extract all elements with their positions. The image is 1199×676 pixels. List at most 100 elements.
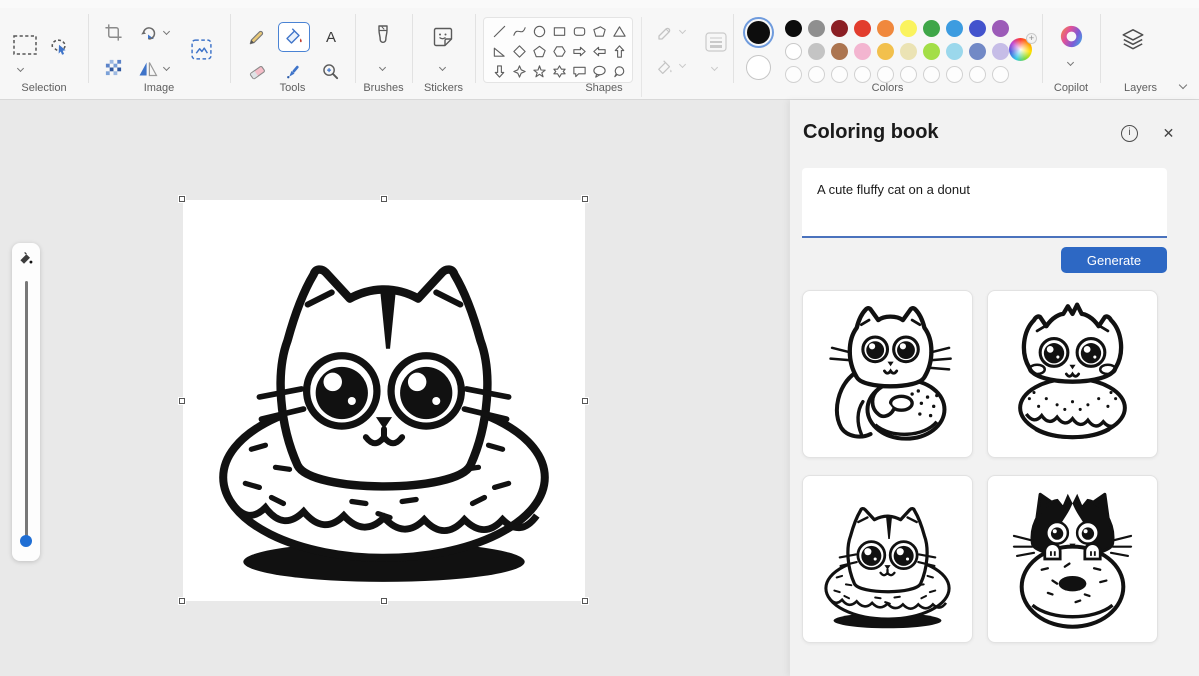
resize-image-icon[interactable] (190, 38, 213, 61)
palette-swatch-r2-c5[interactable] (877, 43, 894, 60)
palette-swatch-r2-c3[interactable] (831, 43, 848, 60)
palette-swatch-r1-c8[interactable] (946, 20, 963, 37)
pentagon-shape-icon[interactable] (532, 44, 547, 59)
rectangle-select-icon[interactable] (12, 34, 38, 56)
layers-icon[interactable] (1120, 26, 1146, 52)
info-icon[interactable]: i (1121, 125, 1138, 142)
result-thumbnail-3[interactable] (802, 475, 973, 643)
diamond-shape-icon[interactable] (512, 44, 527, 59)
palette-swatch-empty-10[interactable] (992, 66, 1009, 83)
arrow-right-shape-icon[interactable] (572, 44, 587, 59)
star-six-shape-icon[interactable] (552, 64, 567, 79)
selection-handle-se[interactable] (581, 597, 589, 605)
result-thumbnail-2[interactable] (987, 290, 1158, 458)
text-tool[interactable]: A (315, 22, 347, 52)
palette-swatch-r1-c7[interactable] (923, 20, 940, 37)
palette-swatch-r2-c10[interactable] (992, 43, 1009, 60)
selection-dropdown-chevron-icon[interactable] (16, 64, 25, 73)
palette-swatch-empty-2[interactable] (808, 66, 825, 83)
palette-swatch-r2-c6[interactable] (900, 43, 917, 60)
selection-handle-s[interactable] (380, 597, 388, 605)
palette-swatch-empty-3[interactable] (831, 66, 848, 83)
crop-icon[interactable] (104, 23, 123, 42)
selection-handle-e[interactable] (581, 397, 589, 405)
rotate-icon[interactable] (138, 23, 158, 43)
hexagon-shape-icon[interactable] (552, 44, 567, 59)
curve-shape-icon[interactable] (512, 24, 527, 39)
palette-swatch-r1-c4[interactable] (854, 20, 871, 37)
palette-swatch-empty-9[interactable] (969, 66, 986, 83)
shapes-gallery[interactable] (483, 17, 633, 83)
rectangle-shape-icon[interactable] (552, 24, 567, 39)
palette-swatch-r1-c5[interactable] (877, 20, 894, 37)
right-triangle-shape-icon[interactable] (492, 44, 507, 59)
stroke-width-icon[interactable] (704, 31, 728, 53)
polygon-shape-icon[interactable] (592, 24, 607, 39)
speech-cloud-shape-icon[interactable] (612, 64, 627, 79)
palette-swatch-empty-7[interactable] (923, 66, 940, 83)
palette-swatch-r1-c1[interactable] (785, 20, 802, 37)
flip-chevron-icon[interactable] (162, 63, 171, 72)
free-form-select-icon[interactable] (48, 36, 70, 58)
arrow-left-shape-icon[interactable] (592, 44, 607, 59)
palette-swatch-empty-1[interactable] (785, 66, 802, 83)
rotate-chevron-icon[interactable] (162, 27, 171, 36)
speech-oval-shape-icon[interactable] (592, 64, 607, 79)
palette-swatch-empty-8[interactable] (946, 66, 963, 83)
palette-swatch-r2-c1[interactable] (785, 43, 802, 60)
selection-handle-nw[interactable] (178, 195, 186, 203)
palette-swatch-empty-5[interactable] (877, 66, 894, 83)
palette-swatch-r1-c6[interactable] (900, 20, 917, 37)
selection-handle-n[interactable] (380, 195, 388, 203)
palette-swatch-r1-c9[interactable] (969, 20, 986, 37)
stickers-chevron-icon[interactable] (438, 63, 447, 72)
sticker-icon[interactable] (432, 26, 454, 48)
shape-fill-icon[interactable] (656, 59, 674, 77)
color2-current-swatch[interactable] (746, 55, 771, 80)
generate-button[interactable]: Generate (1061, 247, 1167, 273)
palette-swatch-r2-c2[interactable] (808, 43, 825, 60)
prompt-input[interactable]: A cute fluffy cat on a donut (802, 168, 1167, 238)
line-shape-icon[interactable] (492, 24, 507, 39)
stroke-width-chevron-icon[interactable] (710, 63, 719, 72)
star-four-shape-icon[interactable] (512, 64, 527, 79)
shape-fill-chevron-icon[interactable] (678, 60, 687, 69)
rounded-rectangle-shape-icon[interactable] (572, 24, 587, 39)
shape-outline-icon[interactable] (656, 25, 674, 43)
palette-swatch-r2-c8[interactable] (946, 43, 963, 60)
pencil-tool[interactable] (241, 22, 273, 52)
canvas[interactable] (178, 195, 589, 605)
close-icon[interactable]: ✕ (1160, 125, 1177, 142)
triangle-shape-icon[interactable] (612, 24, 627, 39)
slider-thumb[interactable] (20, 535, 32, 547)
result-thumbnail-1[interactable] (802, 290, 973, 458)
palette-swatch-r2-c7[interactable] (923, 43, 940, 60)
slider-track[interactable] (25, 281, 28, 541)
arrow-up-shape-icon[interactable] (612, 44, 627, 59)
speech-rect-shape-icon[interactable] (572, 64, 587, 79)
selection-handle-ne[interactable] (581, 195, 589, 203)
brush-icon[interactable] (373, 24, 393, 48)
palette-swatch-r1-c3[interactable] (831, 20, 848, 37)
brushes-chevron-icon[interactable] (378, 63, 387, 72)
color1-current-swatch[interactable] (745, 19, 772, 46)
palette-swatch-r1-c10[interactable] (992, 20, 1009, 37)
star-five-shape-icon[interactable] (532, 64, 547, 79)
adjust-pixels-icon[interactable] (104, 58, 123, 77)
selection-handle-sw[interactable] (178, 597, 186, 605)
palette-swatch-r1-c2[interactable] (808, 20, 825, 37)
shape-outline-chevron-icon[interactable] (678, 26, 687, 35)
palette-swatch-empty-4[interactable] (854, 66, 871, 83)
ribbon-collapse-chevron-icon[interactable] (1178, 80, 1188, 90)
arrow-down-shape-icon[interactable] (492, 64, 507, 79)
copilot-chevron-icon[interactable] (1066, 58, 1075, 67)
palette-swatch-r2-c4[interactable] (854, 43, 871, 60)
copilot-icon[interactable] (1058, 23, 1085, 50)
palette-swatch-empty-6[interactable] (900, 66, 917, 83)
result-thumbnail-4[interactable] (987, 475, 1158, 643)
flip-icon[interactable] (138, 60, 158, 78)
selection-handle-w[interactable] (178, 397, 186, 405)
oval-shape-icon[interactable] (532, 24, 547, 39)
palette-swatch-r2-c9[interactable] (969, 43, 986, 60)
fill-tool[interactable] (277, 22, 310, 52)
